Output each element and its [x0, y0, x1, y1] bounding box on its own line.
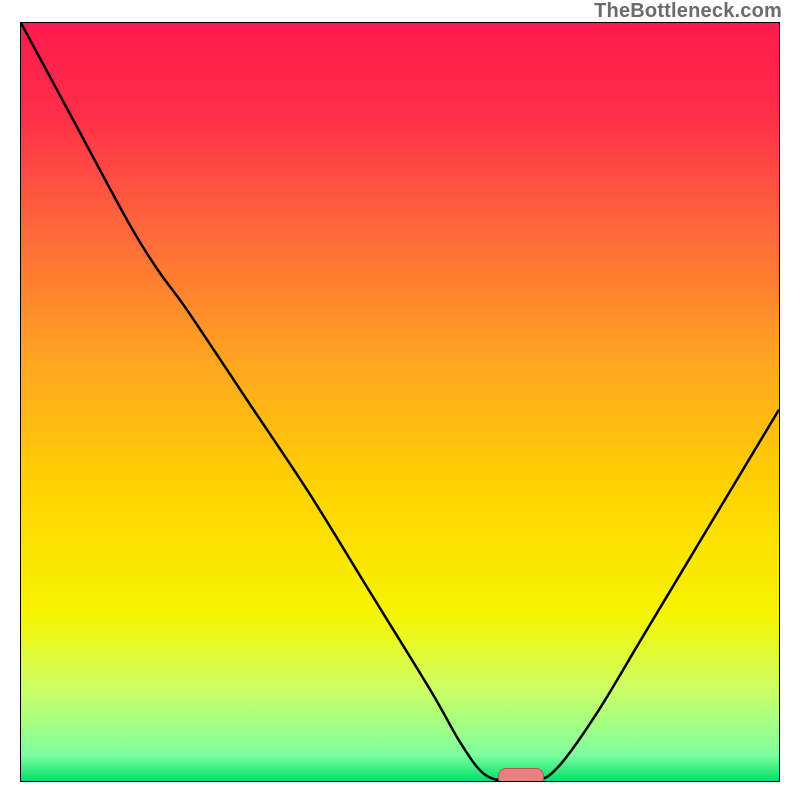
plot-area: [20, 22, 780, 782]
bottleneck-chart: TheBottleneck.com: [0, 0, 800, 800]
bottleneck-curve: [21, 23, 779, 781]
curve-layer: [21, 23, 779, 781]
optimal-marker: [498, 768, 544, 782]
watermark-text: TheBottleneck.com: [594, 0, 782, 23]
